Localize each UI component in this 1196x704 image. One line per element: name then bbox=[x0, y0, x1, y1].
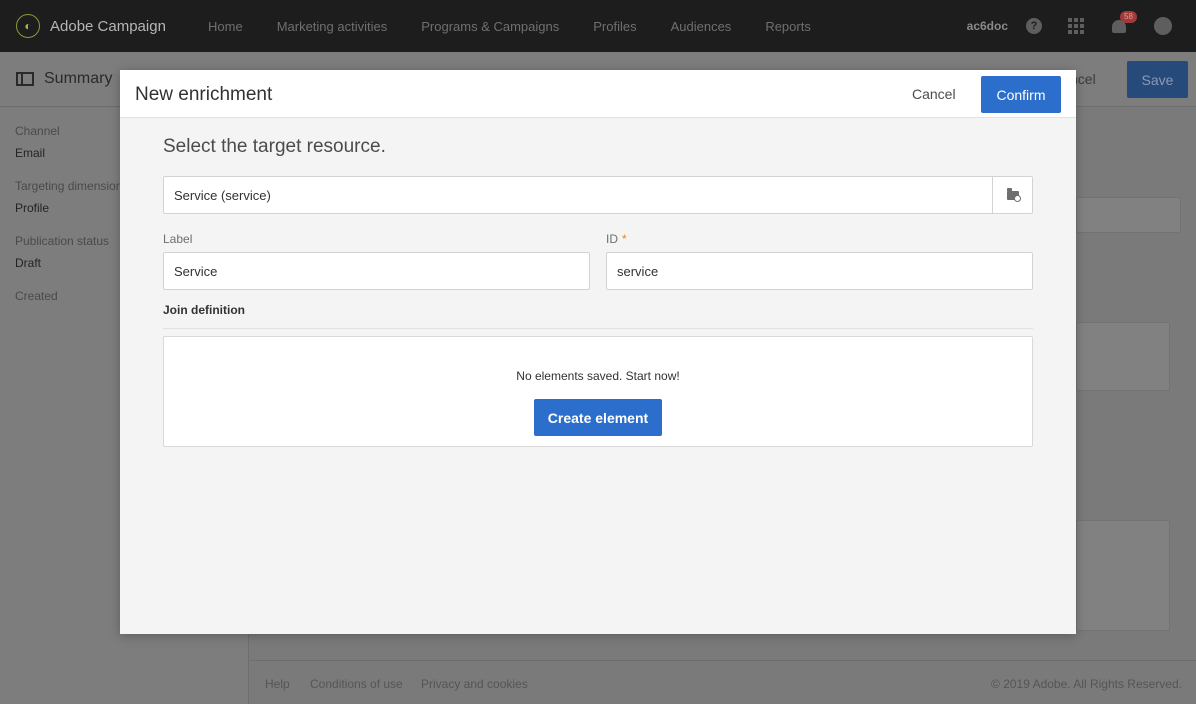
empty-state-text: No elements saved. Start now! bbox=[516, 369, 680, 383]
main-nav: Home Marketing activities Programs & Cam… bbox=[208, 19, 845, 34]
summary-toggle[interactable]: Summary bbox=[16, 70, 112, 88]
user-name[interactable]: ac6doc bbox=[967, 19, 1008, 33]
confirm-button[interactable]: Confirm bbox=[981, 76, 1061, 113]
publication-status-value: Draft bbox=[15, 256, 42, 270]
brand[interactable]: ◐ Adobe Campaign bbox=[16, 14, 208, 38]
folder-picker-icon bbox=[1006, 187, 1021, 202]
create-element-button[interactable]: Create element bbox=[534, 399, 662, 436]
nav-reports[interactable]: Reports bbox=[765, 19, 811, 34]
join-definition-title: Join definition bbox=[163, 303, 245, 317]
targeting-dimension-label: Targeting dimension bbox=[15, 179, 123, 193]
dialog-header: New enrichment Cancel Confirm bbox=[120, 70, 1076, 118]
top-bar: ◐ Adobe Campaign Home Marketing activiti… bbox=[0, 0, 1196, 52]
target-resource-field[interactable]: Service (service) bbox=[163, 176, 1033, 214]
divider bbox=[163, 328, 1033, 329]
background-panel bbox=[1076, 322, 1170, 391]
label-input[interactable] bbox=[163, 252, 590, 290]
help-icon[interactable]: ? bbox=[1026, 18, 1042, 34]
join-definition-list: No elements saved. Start now! Create ele… bbox=[163, 336, 1033, 447]
id-field-label-text: ID bbox=[606, 232, 618, 246]
background-panel bbox=[1076, 520, 1170, 631]
dialog-title: New enrichment bbox=[135, 84, 273, 105]
footer-link-privacy[interactable]: Privacy and cookies bbox=[421, 677, 528, 691]
nav-programs-campaigns[interactable]: Programs & Campaigns bbox=[421, 19, 559, 34]
required-marker: * bbox=[622, 232, 627, 246]
label-field-label: Label bbox=[163, 232, 193, 246]
resource-picker-button[interactable] bbox=[992, 177, 1032, 213]
section-title: Select the target resource. bbox=[163, 136, 386, 157]
cancel-button[interactable]: Cancel bbox=[912, 86, 956, 102]
nav-audiences[interactable]: Audiences bbox=[671, 19, 732, 34]
notifications-button[interactable]: 58 bbox=[1110, 11, 1137, 36]
created-label: Created bbox=[15, 289, 58, 303]
nav-profiles[interactable]: Profiles bbox=[593, 19, 636, 34]
publication-status-label: Publication status bbox=[15, 234, 110, 248]
targeting-dimension-value: Profile bbox=[15, 201, 50, 215]
avatar-icon[interactable] bbox=[1154, 17, 1172, 35]
id-field-label: ID * bbox=[606, 232, 627, 246]
app-logo-icon: ◐ bbox=[16, 14, 40, 38]
notification-badge: 58 bbox=[1120, 11, 1137, 23]
channel-value: Email bbox=[15, 146, 46, 160]
page-title: Summary bbox=[44, 70, 113, 87]
new-enrichment-dialog: New enrichment Cancel Confirm Select the… bbox=[120, 70, 1076, 634]
apps-grid-icon[interactable] bbox=[1068, 18, 1084, 34]
app-name: Adobe Campaign bbox=[50, 17, 166, 35]
page-footer: Help Conditions of use Privacy and cooki… bbox=[250, 660, 1196, 704]
nav-marketing-activities[interactable]: Marketing activities bbox=[277, 19, 388, 34]
top-bar-tools: ac6doc ? 58 bbox=[967, 0, 1196, 52]
target-resource-value: Service (service) bbox=[174, 188, 271, 203]
id-input[interactable] bbox=[606, 252, 1033, 290]
footer-link-help[interactable]: Help bbox=[265, 677, 290, 691]
summary-panel-icon bbox=[16, 72, 34, 86]
nav-home[interactable]: Home bbox=[208, 19, 243, 34]
copyright: © 2019 Adobe. All Rights Reserved. bbox=[991, 677, 1182, 691]
footer-link-conditions[interactable]: Conditions of use bbox=[310, 677, 403, 691]
channel-label: Channel bbox=[15, 124, 60, 138]
background-panel bbox=[1076, 197, 1181, 233]
page-save-button[interactable]: Save bbox=[1127, 61, 1188, 98]
